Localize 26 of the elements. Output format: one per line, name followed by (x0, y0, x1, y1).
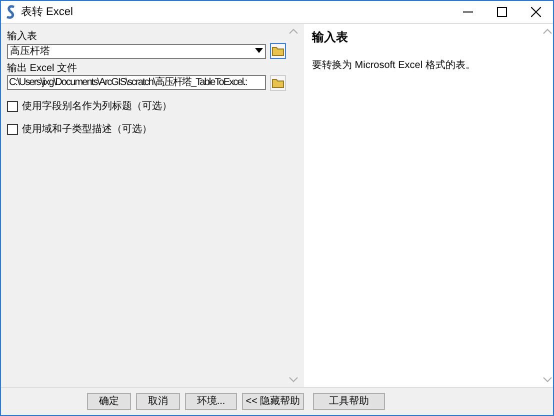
dialog-button[interactable]: 取消 (136, 393, 180, 410)
checkbox[interactable] (7, 124, 18, 135)
maximize-icon (497, 7, 507, 17)
scroll-up-icon[interactable] (542, 28, 552, 34)
field-label: 输入表 (7, 30, 38, 43)
checkbox-label: 使用域和子类型描述（可选） (22, 122, 152, 137)
input-field[interactable]: 高压杆塔 (7, 44, 266, 58)
scroll-down-icon[interactable] (542, 377, 552, 383)
browse-button[interactable] (270, 43, 286, 59)
dialog-button[interactable]: 确定 (87, 393, 131, 410)
help-text: 要转换为 Microsoft Excel 格式的表。 (312, 58, 476, 73)
input-field[interactable]: C:\Users\jixg\Documents\ArcGIS\scratch\高压杆塔_TableToExcel.: (7, 75, 266, 90)
scroll-down-icon[interactable] (288, 377, 298, 383)
scroll-up-icon[interactable] (288, 28, 298, 34)
help-title: 输入表 (312, 29, 349, 46)
field-label: 输出 Excel 文件 (7, 62, 78, 75)
window-title: 表转 Excel (21, 4, 74, 20)
dialog-button[interactable]: 工具帮助 (313, 393, 385, 410)
dialog-button[interactable]: 环境... (185, 393, 237, 410)
dropdown-icon[interactable] (255, 48, 263, 54)
dialog-button[interactable]: << 隐藏帮助 (242, 393, 304, 410)
browse-button[interactable] (270, 74, 286, 91)
app-icon (5, 5, 17, 19)
close-icon (531, 7, 541, 17)
checkbox[interactable] (7, 100, 18, 112)
checkbox-label: 使用字段别名作为列标题（可选） (22, 100, 172, 114)
